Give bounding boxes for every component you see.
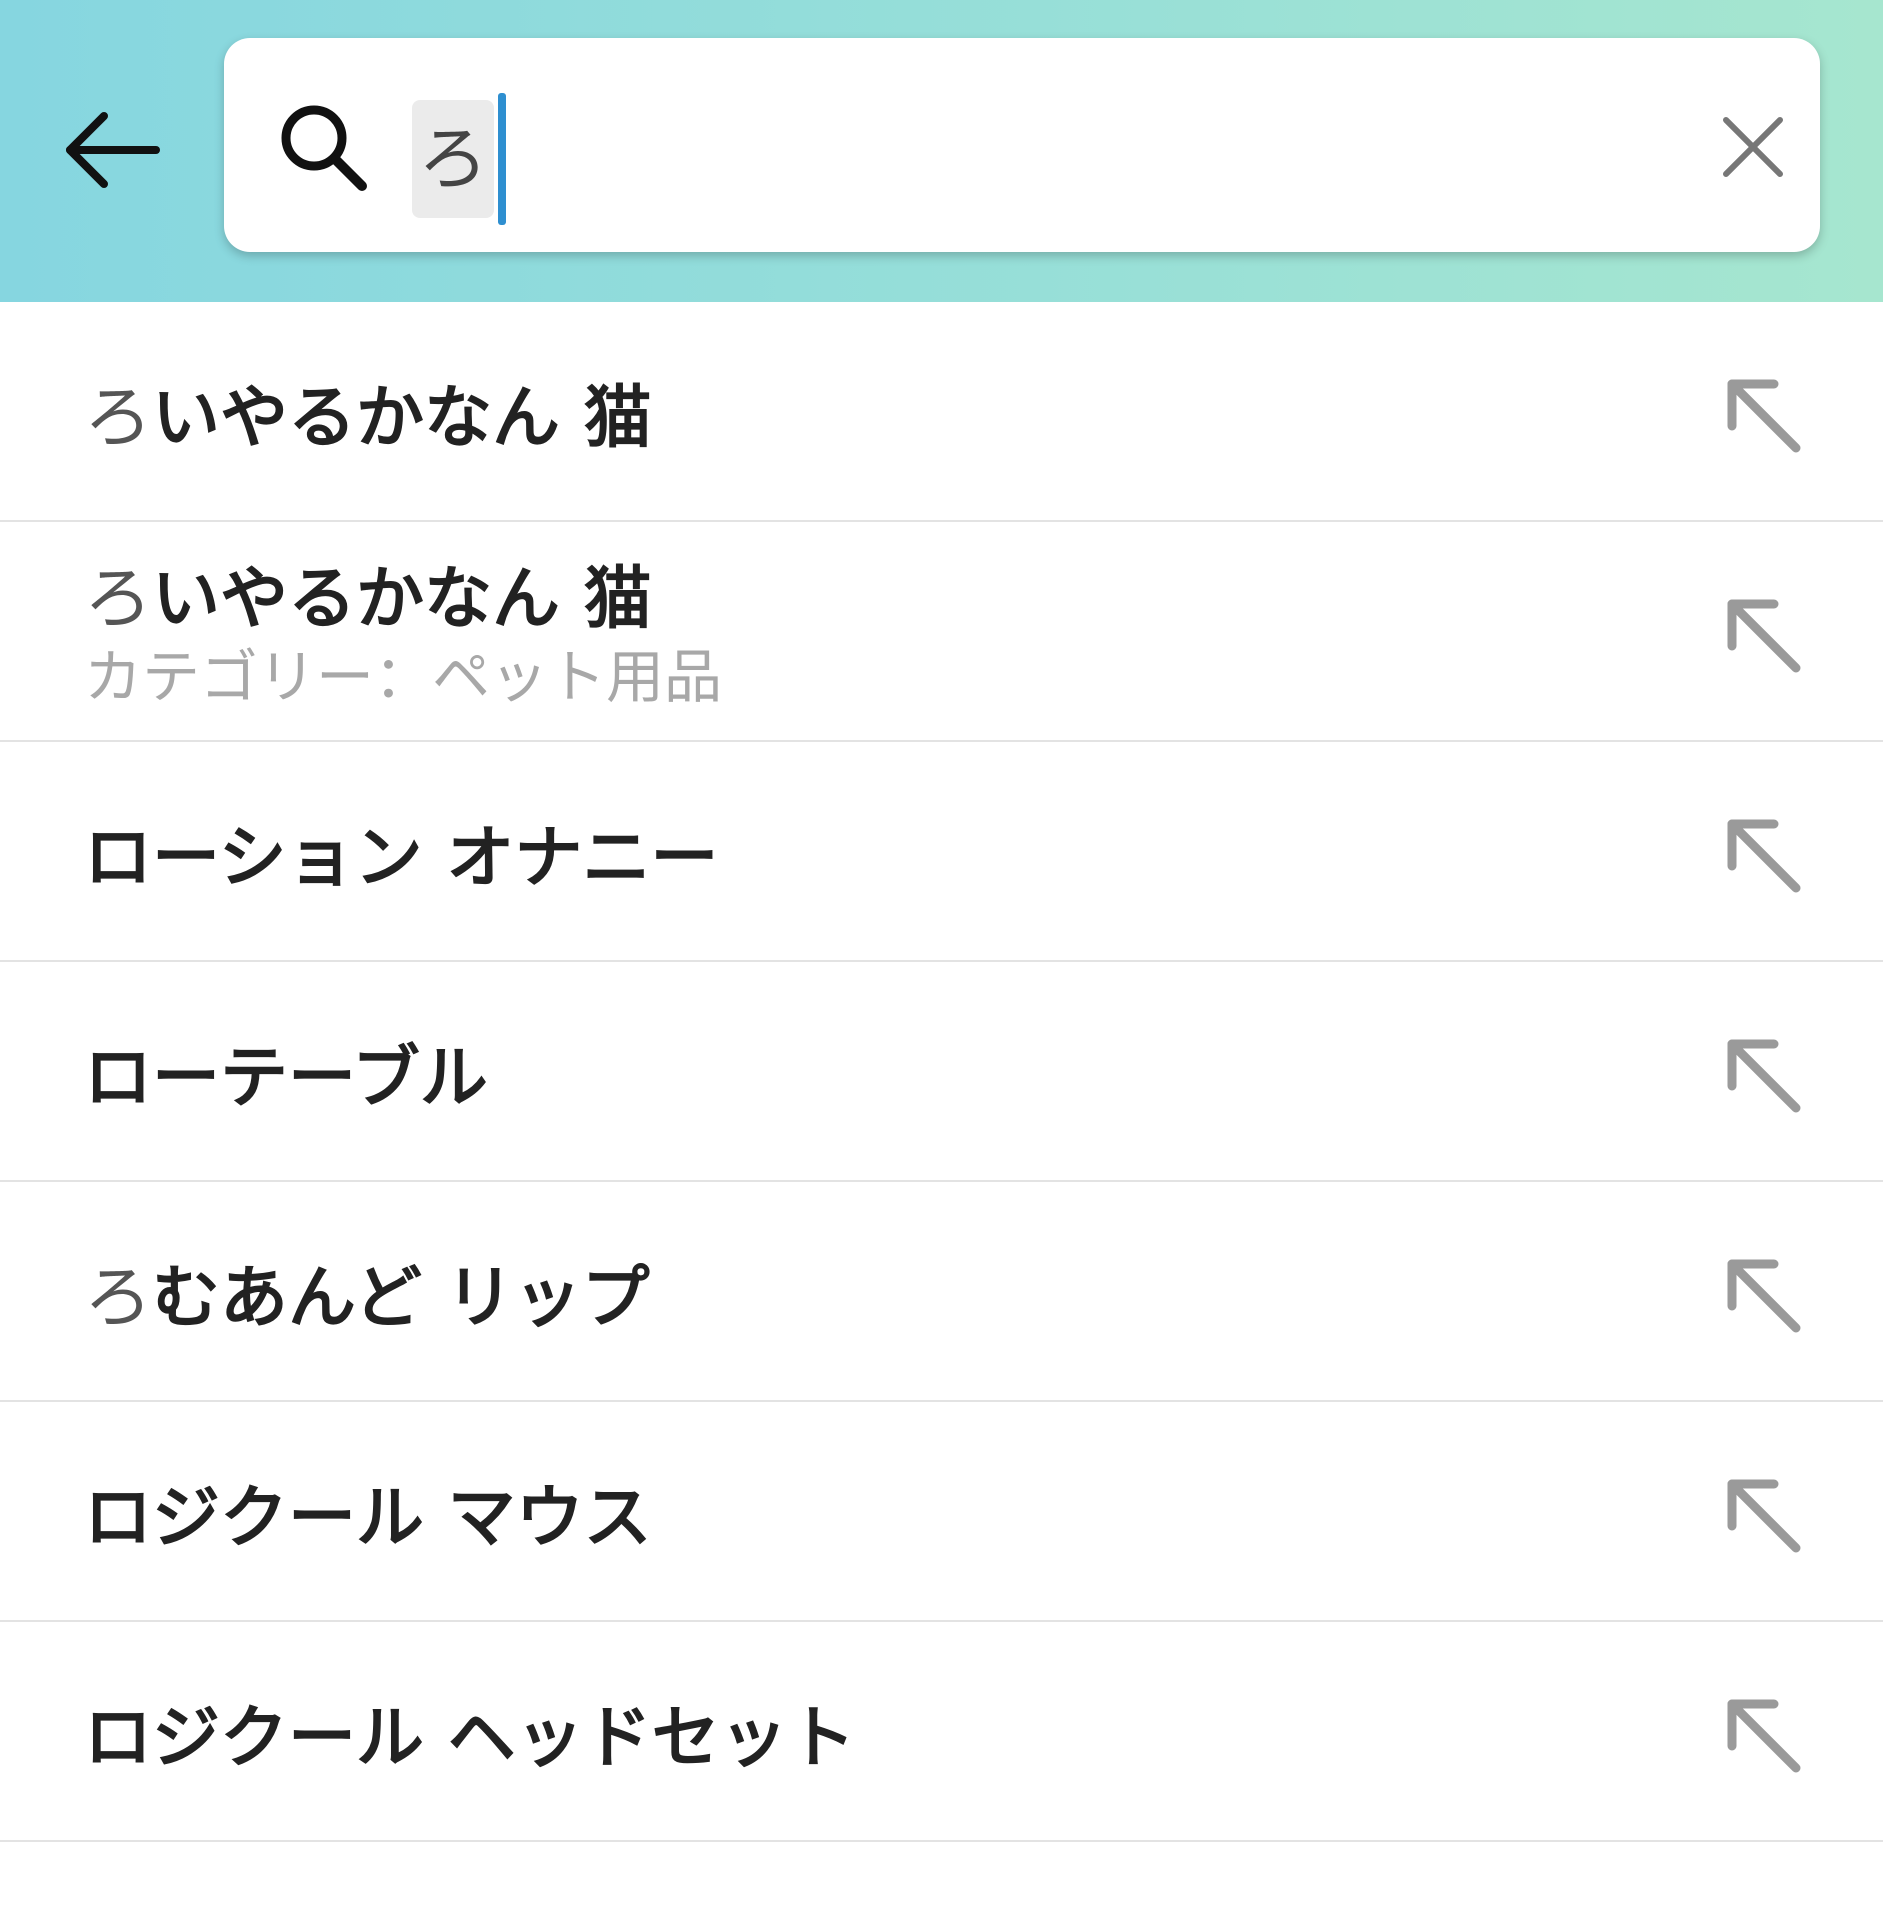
search-input[interactable]: ろ — [412, 93, 506, 225]
suggestion-label: ろいやるかなん 猫 — [84, 302, 652, 520]
suggestion-rest: いやるかなん 猫 — [152, 378, 652, 458]
arrow-up-left-icon[interactable] — [1718, 1690, 1808, 1780]
back-button[interactable] — [58, 100, 166, 200]
suggestion-label: ロジクール ヘッドセット — [84, 1622, 856, 1840]
suggestion-category: カテゴリー：ペット用品 — [84, 643, 723, 711]
suggestion-match: ろ — [84, 1258, 153, 1338]
suggestion-rest: ロジクール マウス — [84, 1478, 652, 1558]
suggestion-list: ろいやるかなん 猫 ろいやるかなん 猫 カテゴリー：ペット用品 ローション オナ… — [0, 302, 1883, 1842]
suggestion-item[interactable]: ローション オナニー — [0, 742, 1883, 962]
arrow-up-left-icon[interactable] — [1718, 590, 1808, 680]
suggestion-label: ろむあんど リップ — [84, 1182, 650, 1400]
suggestion-item[interactable]: ローテーブル — [0, 962, 1883, 1182]
arrow-up-left-icon[interactable] — [1718, 810, 1808, 900]
arrow-left-icon — [66, 112, 160, 188]
search-input-box[interactable]: ろ — [224, 38, 1820, 252]
suggestion-item[interactable]: ろいやるかなん 猫 — [0, 302, 1883, 522]
suggestion-match: ろ — [84, 560, 153, 639]
search-query-text: ろ — [412, 100, 494, 218]
suggestion-rest: いやるかなん 猫 — [152, 560, 652, 639]
suggestion-match: ろ — [84, 378, 153, 458]
suggestion-rest: ロジクール ヘッドセット — [84, 1698, 856, 1778]
search-header: ろ — [0, 0, 1883, 302]
suggestion-rest: ローテーブル — [84, 1038, 488, 1118]
text-caret — [498, 93, 506, 225]
arrow-up-left-icon[interactable] — [1718, 1470, 1808, 1560]
arrow-up-left-icon[interactable] — [1718, 1030, 1808, 1120]
suggestion-item[interactable]: ロジクール マウス — [0, 1402, 1883, 1622]
suggestion-item[interactable]: ロジクール ヘッドセット — [0, 1622, 1883, 1842]
suggestion-label: ロジクール マウス — [84, 1402, 652, 1620]
arrow-up-left-icon[interactable] — [1718, 370, 1808, 460]
suggestion-rest: ローション オナニー — [84, 818, 719, 898]
suggestion-label: ローション オナニー — [84, 742, 718, 960]
suggestion-label: ろいやるかなん 猫 — [84, 560, 652, 640]
suggestion-item[interactable]: ろむあんど リップ — [0, 1182, 1883, 1402]
clear-icon[interactable] — [1710, 104, 1796, 190]
suggestion-item[interactable]: ろいやるかなん 猫 カテゴリー：ペット用品 — [0, 522, 1883, 742]
suggestion-label: ローテーブル — [84, 962, 488, 1180]
arrow-up-left-icon[interactable] — [1718, 1250, 1808, 1340]
suggestion-rest: むあんど リップ — [152, 1258, 650, 1338]
search-icon — [281, 105, 367, 191]
